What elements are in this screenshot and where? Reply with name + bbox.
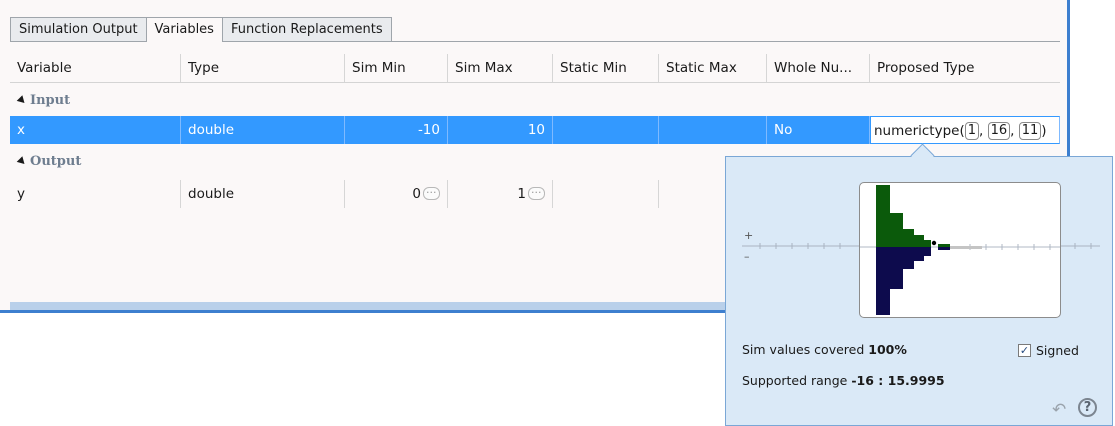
column-header-whole-number[interactable]: Whole Nu... (767, 54, 870, 82)
range-value: -16 : 15.9995 (851, 373, 945, 388)
column-header-static-min[interactable]: Static Min (553, 54, 659, 82)
proposed-type-prefix: numerictype( (874, 123, 965, 139)
cell-sim-min: -10 (345, 116, 448, 144)
histogram-bars (860, 185, 1060, 315)
sim-min-value: 0 (412, 186, 421, 202)
column-header-variable[interactable]: Variable (10, 54, 181, 82)
supported-range: Supported range -16 : 15.9995 (742, 373, 945, 388)
help-icon[interactable]: ? (1078, 398, 1097, 417)
cell-whole-number[interactable]: No (767, 116, 870, 144)
tab-strip: Simulation Output Variables Function Rep… (10, 17, 392, 42)
plus-label: + (744, 229, 754, 242)
column-header-proposed-type[interactable]: Proposed Type (870, 54, 1060, 82)
undo-icon[interactable]: ↶ (1052, 400, 1066, 420)
collapse-triangle-icon[interactable] (16, 156, 28, 167)
cell-static-min[interactable] (553, 180, 659, 208)
proposed-type-suffix: ) (1041, 123, 1047, 139)
cell-static-min[interactable] (553, 116, 659, 144)
fraction-length-field[interactable]: 11 (1018, 122, 1042, 140)
word-length-field[interactable]: 16 (987, 122, 1011, 140)
column-header-static-max[interactable]: Static Max (659, 54, 767, 82)
covered-label: Sim values covered (742, 342, 865, 357)
tab-variables[interactable]: Variables (145, 17, 223, 42)
column-header-sim-min[interactable]: Sim Min (345, 54, 448, 82)
group-label: Input (30, 93, 71, 108)
column-header-sim-max[interactable]: Sim Max (448, 54, 553, 82)
sim-values-covered: Sim values covered 100% (742, 342, 907, 357)
table-row[interactable]: x double -10 10 No numerictype(1, 16, 11… (10, 116, 1060, 144)
more-values-icon[interactable] (528, 180, 545, 207)
covered-value: 100% (868, 342, 907, 357)
cell-static-max[interactable] (659, 116, 767, 144)
cell-sim-min: 0 (345, 180, 448, 208)
cell-type: double (181, 180, 345, 208)
column-header-type[interactable]: Type (181, 54, 345, 82)
group-input[interactable]: Input (10, 87, 1060, 115)
cell-variable: y (10, 180, 181, 208)
table-header: Variable Type Sim Min Sim Max Static Min… (10, 54, 1060, 83)
group-label: Output (30, 154, 82, 169)
histogram-view[interactable] (859, 182, 1061, 318)
cell-type: double (181, 116, 345, 144)
proposed-type-editor[interactable]: numerictype(1, 16, 11) (870, 116, 1060, 144)
minus-label: – (744, 250, 750, 263)
tab-simulation-output[interactable]: Simulation Output (10, 17, 147, 42)
collapse-triangle-icon[interactable] (16, 95, 28, 106)
tab-function-replacements[interactable]: Function Replacements (221, 17, 392, 42)
cell-variable: x (10, 116, 181, 144)
sim-max-value: 1 (517, 186, 526, 202)
cell-sim-max: 1 (448, 180, 553, 208)
signed-checkbox[interactable]: ✓ (1018, 344, 1031, 357)
more-values-icon[interactable] (423, 180, 440, 207)
signed-label: Signed (1036, 343, 1079, 358)
signedness-field[interactable]: 1 (964, 122, 979, 140)
range-label: Supported range (742, 373, 848, 388)
cell-sim-max: 10 (448, 116, 553, 144)
